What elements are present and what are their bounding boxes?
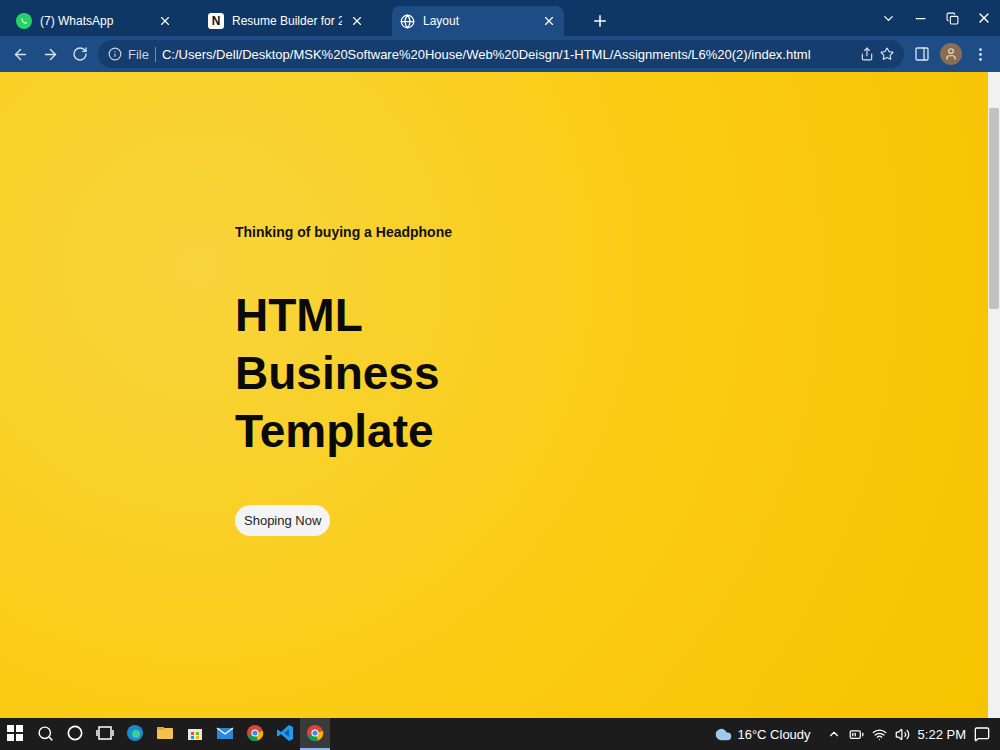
taskbar-app[interactable] (180, 718, 210, 750)
notifications-icon[interactable] (974, 726, 990, 742)
minimize-button[interactable] (904, 3, 936, 33)
file-explorer-icon (156, 724, 174, 742)
close-tab-icon[interactable] (542, 14, 556, 28)
weather-widget[interactable]: 16°C Cloudy (715, 726, 810, 743)
tab-strip: (7) WhatsApp N Resume Builder for 2022 | F… (0, 0, 1000, 36)
user-icon (944, 47, 958, 61)
close-tab-icon[interactable] (350, 14, 364, 28)
taskbar: 16°C Cloudy 5:22 PM (0, 718, 1000, 750)
more-icon (972, 46, 989, 63)
cortana-icon (67, 725, 83, 741)
tab-label: Layout (423, 14, 534, 28)
plus-icon (591, 12, 609, 30)
site-logo-icon: N (208, 13, 224, 29)
side-panel-icon (914, 46, 930, 62)
address-bar[interactable]: File C:/Users/Dell/Desktop/MSK%20Software… (98, 40, 904, 68)
battery-icon[interactable] (849, 727, 864, 742)
back-button[interactable] (8, 42, 32, 66)
tab-search-button[interactable] (872, 3, 904, 33)
task-view-icon (96, 724, 114, 742)
arrow-right-icon (42, 46, 59, 63)
info-icon (108, 47, 122, 61)
scrollbar-thumb[interactable] (989, 108, 999, 309)
browser-tab[interactable]: (7) WhatsApp (8, 6, 180, 36)
search-icon (37, 725, 54, 742)
wifi-icon[interactable] (872, 727, 887, 742)
arrow-left-icon (12, 46, 29, 63)
mail-icon (216, 724, 234, 742)
reload-icon (72, 46, 88, 62)
viewport: Thinking of buying a Headphone HTML Busin… (0, 72, 1000, 718)
cloud-icon (715, 726, 732, 743)
browser-tab[interactable]: N Resume Builder for 2022 | Free R (200, 6, 372, 36)
scrollbar[interactable] (988, 72, 1000, 718)
taskbar-app[interactable] (0, 718, 30, 750)
chevron-up-icon[interactable] (827, 727, 841, 741)
taskbar-app[interactable] (210, 718, 240, 750)
restore-icon (946, 12, 959, 25)
hero-section: Thinking of buying a Headphone HTML Busin… (0, 72, 988, 718)
reload-button[interactable] (68, 42, 92, 66)
hero-eyebrow: Thinking of buying a Headphone (235, 223, 988, 241)
side-panel-button[interactable] (910, 42, 934, 66)
system-tray: 16°C Cloudy 5:22 PM (715, 726, 1000, 743)
new-tab-button[interactable] (584, 6, 616, 36)
edge-icon (126, 724, 144, 742)
browser-tab[interactable]: Layout (392, 6, 564, 36)
window-controls (872, 0, 1000, 36)
globe-icon (400, 14, 415, 29)
store-icon (186, 724, 204, 742)
taskbar-app[interactable] (120, 718, 150, 750)
url-text: C:/Users/Dell/Desktop/MSK%20Software%20H… (162, 47, 854, 62)
taskbar-app[interactable] (150, 718, 180, 750)
taskbar-app[interactable] (60, 718, 90, 750)
close-icon (976, 10, 992, 26)
browser-window: (7) WhatsApp N Resume Builder for 2022 | F… (0, 0, 1000, 750)
star-icon[interactable] (880, 47, 894, 61)
volume-icon[interactable] (895, 727, 910, 742)
chrome-icon (246, 724, 264, 742)
url-scheme: File (128, 47, 156, 62)
hero-title: HTML Business Template (235, 286, 575, 460)
taskbar-app[interactable] (240, 718, 270, 750)
weather-text: 16°C Cloudy (737, 727, 810, 742)
profile-avatar[interactable] (940, 43, 962, 65)
tab-label: (7) WhatsApp (40, 14, 150, 28)
close-tab-icon[interactable] (158, 14, 172, 28)
taskbar-app[interactable] (270, 718, 300, 750)
taskbar-app[interactable] (30, 718, 60, 750)
taskbar-app[interactable] (300, 718, 330, 750)
close-window-button[interactable] (968, 3, 1000, 33)
clock[interactable]: 5:22 PM (918, 727, 966, 742)
menu-button[interactable] (968, 42, 992, 66)
share-icon[interactable] (860, 47, 874, 61)
chrome-icon (306, 724, 324, 742)
vscode-icon (276, 724, 294, 742)
chevron-down-icon (881, 11, 896, 26)
tab-label: Resume Builder for 2022 | Free R (232, 14, 342, 28)
toolbar: File C:/Users/Dell/Desktop/MSK%20Software… (0, 36, 1000, 72)
whatsapp-icon (16, 13, 32, 29)
restore-button[interactable] (936, 3, 968, 33)
windows-icon (6, 724, 24, 742)
shop-now-button[interactable]: Shoping Now (235, 505, 330, 536)
forward-button[interactable] (38, 42, 62, 66)
taskbar-app[interactable] (90, 718, 120, 750)
minimize-icon (913, 11, 928, 26)
